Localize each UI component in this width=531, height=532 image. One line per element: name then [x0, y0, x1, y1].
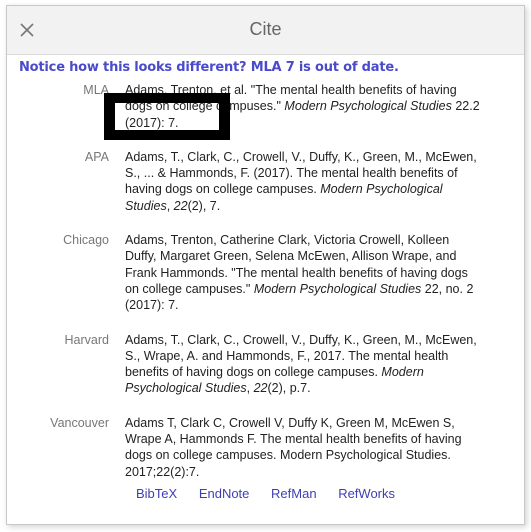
- citation-row-chicago: Chicago Adams, Trenton, Catherine Clark, …: [7, 232, 482, 331]
- dialog-title: Cite: [249, 19, 282, 39]
- annotation-box: [104, 93, 230, 140]
- export-refman-link[interactable]: RefMan: [271, 486, 317, 501]
- citation-italic-part: Modern Psychological Studies: [253, 281, 422, 296]
- export-bibtex-link[interactable]: BibTeX: [136, 486, 177, 501]
- export-endnote-link[interactable]: EndNote: [199, 486, 250, 501]
- export-links: BibTeX EndNote RefMan RefWorks: [7, 486, 524, 501]
- citation-table: MLA Adams, Trenton, et al. "The mental he…: [7, 82, 482, 498]
- citation-text[interactable]: Adams, T., Clark, C., Crowell, V., Duffy…: [125, 332, 482, 415]
- citation-italic-part: Modern Psychological Studies: [284, 99, 452, 114]
- dialog-header: Cite: [7, 6, 524, 55]
- citation-part: (2), p.7.: [267, 381, 311, 396]
- citation-italic-part: 22: [173, 198, 188, 213]
- export-refworks-link[interactable]: RefWorks: [338, 486, 395, 501]
- citation-text[interactable]: Adams, Trenton, Catherine Clark, Victori…: [125, 232, 482, 331]
- citation-row-apa: APA Adams, T., Clark, C., Crowell, V., Du…: [7, 149, 482, 232]
- citation-format-label: APA: [84, 149, 109, 164]
- citation-part: ,: [246, 381, 254, 396]
- citation-part: ,: [166, 198, 174, 213]
- citation-part: (2), 7.: [187, 198, 221, 213]
- citation-format-label: Harvard: [64, 332, 109, 347]
- citation-row-harvard: Harvard Adams, T., Clark, C., Crowell, V.…: [7, 332, 482, 415]
- citation-text[interactable]: Adams, T., Clark, C., Crowell, V., Duffy…: [125, 149, 482, 232]
- citation-row-mla: MLA Adams, Trenton, et al. "The mental he…: [7, 82, 482, 149]
- citation-part: Adams T, Clark C, Crowell V, Duffy K, Gr…: [125, 415, 462, 479]
- citation-italic-part: 22: [253, 381, 268, 396]
- mla-notice: Notice how this looks different? MLA 7 i…: [19, 60, 399, 75]
- cite-dialog: Cite Notice how this looks different? ML…: [6, 5, 525, 525]
- citation-format-label: Chicago: [63, 233, 109, 248]
